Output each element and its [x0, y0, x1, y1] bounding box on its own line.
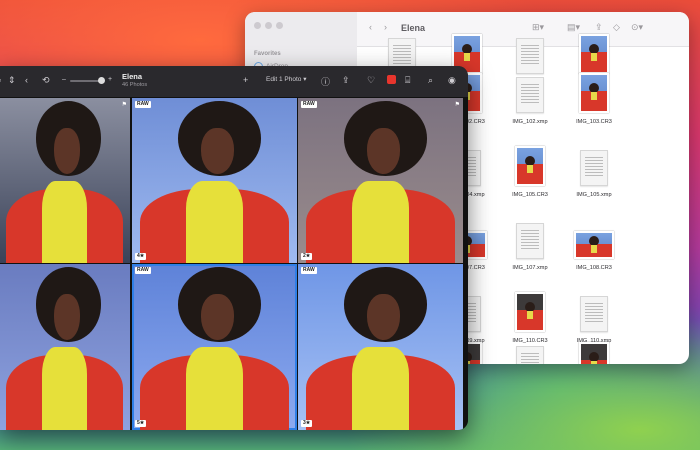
subject-top: [42, 346, 87, 430]
zoom-slider-knob[interactable]: [98, 77, 105, 84]
document-thumbnail: [580, 150, 608, 186]
subject-top: [186, 180, 243, 263]
subject-figure: [517, 302, 543, 330]
photo-thumbnail: [515, 146, 545, 186]
search-icon[interactable]: ⌕: [428, 75, 433, 86]
subject-face: [54, 127, 81, 174]
file-item[interactable]: IMG_105.CR3: [499, 134, 561, 200]
subject-figure: [581, 83, 607, 111]
add-icon[interactable]: +: [243, 75, 248, 85]
subject-face: [367, 127, 401, 174]
file-name: IMG_107.xmp: [512, 265, 548, 271]
rotate-icon[interactable]: ⟲: [42, 75, 50, 86]
file-item[interactable]: IMG_105.xmp: [563, 134, 625, 200]
file-item[interactable]: IMG_103.CR3: [563, 61, 625, 127]
star-rating-badge: 5★: [135, 420, 147, 427]
photo-thumbnail: [579, 73, 609, 113]
star-rating-badge: 4★: [135, 253, 147, 260]
file-item[interactable]: [563, 330, 625, 364]
back-icon[interactable]: ‹: [25, 75, 28, 85]
raw-badge: RAW: [301, 101, 317, 108]
subject-face: [201, 127, 235, 174]
share-icon[interactable]: ⇪: [342, 75, 350, 86]
zoom-in-icon[interactable]: +: [108, 76, 112, 83]
flag-icon[interactable]: [387, 75, 396, 84]
photo-thumbnail: [579, 342, 609, 364]
keyword-icon[interactable]: ⌸: [405, 75, 410, 86]
album-subtitle: 46 Photos: [122, 82, 148, 88]
minimize-window-button[interactable]: [265, 22, 272, 29]
star-rating-badge: 2★: [301, 253, 313, 260]
info-icon[interactable]: ⓘ: [321, 75, 330, 88]
file-name: IMG_102.xmp: [512, 119, 548, 125]
subject-figure: [581, 352, 607, 364]
subject-top: [186, 346, 243, 430]
file-name: IMG_103.CR3: [576, 119, 612, 125]
file-item[interactable]: [499, 330, 561, 364]
sort-icon[interactable]: ⇕: [8, 75, 16, 86]
subject-face: [201, 293, 235, 340]
favorite-icon[interactable]: ♡: [367, 75, 375, 86]
flag-icon: ⚑: [454, 102, 460, 108]
file-name: IMG_108.CR3: [576, 265, 612, 271]
photo-tile[interactable]: ⚑: [0, 98, 130, 263]
sidebar-toggle-icon[interactable]: ▫: [0, 75, 1, 85]
document-thumbnail: [516, 223, 544, 259]
file-name: IMG_105.CR3: [512, 192, 548, 198]
photo-tile[interactable]: RAW ⚑ 2★: [298, 98, 463, 263]
star-rating-badge: 3★: [301, 420, 313, 427]
close-window-button[interactable]: [254, 22, 261, 29]
document-thumbnail: [516, 346, 544, 364]
photo-tile[interactable]: RAW 4★: [132, 98, 297, 263]
photo-thumbnail: [515, 292, 545, 332]
document-thumbnail: [516, 77, 544, 113]
subject-top: [352, 180, 409, 263]
edit-photo-button[interactable]: Edit 1 Photo ▾: [266, 75, 307, 83]
raw-badge: RAW: [301, 267, 317, 274]
raw-badge: RAW: [135, 101, 151, 108]
edit-photo-label: Edit 1 Photo: [266, 76, 302, 83]
subject-figure: [517, 156, 543, 184]
file-item[interactable]: IMG_108.CR3: [563, 207, 625, 273]
photos-toolbar: ▫ ⇕ ‹ ⟲ – + Elena 46 Photos + Edit 1 Pho…: [0, 66, 468, 98]
more-icon[interactable]: ⊙▾: [631, 22, 643, 33]
zoom-out-icon[interactable]: –: [62, 76, 66, 83]
photo-grid: ⚑ RAW 4★ RAW ⚑ 2★ RAW 5★ RAW 3★: [0, 98, 468, 430]
file-name: IMG_105.xmp: [576, 192, 612, 198]
subject-top: [42, 180, 87, 263]
zoom-window-button[interactable]: [276, 22, 283, 29]
filter-icon[interactable]: ◉: [448, 75, 456, 86]
sidebar-heading: Favorites: [254, 51, 281, 57]
photo-tile[interactable]: RAW 5★: [132, 264, 297, 430]
photos-window[interactable]: ▫ ⇕ ‹ ⟲ – + Elena 46 Photos + Edit 1 Pho…: [0, 66, 468, 430]
subject-figure: [576, 235, 612, 257]
photo-thumbnail: [574, 231, 614, 259]
album-title: Elena: [122, 72, 143, 81]
file-item[interactable]: IMG_107.xmp: [499, 207, 561, 273]
subject-face: [54, 293, 81, 340]
photo-tile[interactable]: RAW 3★: [298, 264, 463, 430]
file-item[interactable]: IMG_102.xmp: [499, 61, 561, 127]
photo-tile[interactable]: [0, 264, 130, 430]
subject-top: [352, 346, 409, 430]
flag-icon: ⚑: [121, 102, 127, 108]
document-thumbnail: [580, 296, 608, 332]
raw-badge: RAW: [135, 267, 151, 274]
subject-face: [367, 293, 401, 340]
